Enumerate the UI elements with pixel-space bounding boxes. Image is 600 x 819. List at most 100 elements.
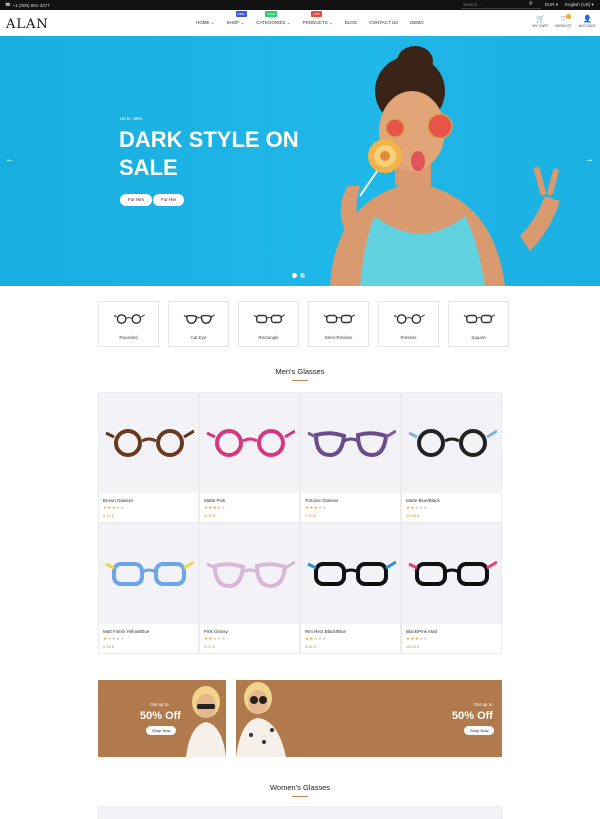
nav-item-demo[interactable]: DEMO xyxy=(410,20,424,26)
product-image[interactable] xyxy=(301,524,400,624)
chevron-down-icon: ⌄ xyxy=(209,20,215,25)
glasses-image xyxy=(105,560,194,586)
product-image[interactable] xyxy=(200,393,299,493)
glasses-image xyxy=(408,560,497,586)
product-image[interactable] xyxy=(301,393,400,493)
product-image[interactable] xyxy=(99,393,198,493)
promo-banner-right[interactable]: Get up to 50% Off Shop Now xyxy=(236,680,502,757)
nav-item-contact-us[interactable]: CONTACT US xyxy=(369,20,398,26)
product-card[interactable]: Black/Pink Matt ★★★★★ 16.03 € xyxy=(401,523,502,654)
next-slide-arrow-icon[interactable]: → xyxy=(584,154,594,165)
hero-slider: Up to -50% DARK STYLE ON SALE For Him Fo… xyxy=(0,36,600,286)
glasses-image xyxy=(206,429,295,457)
section-divider xyxy=(292,380,308,381)
star-icon: ★ xyxy=(322,636,327,641)
category-rimless[interactable]: Rimless xyxy=(378,301,439,347)
category-semi-rimless[interactable]: Semi-Rimless xyxy=(308,301,369,347)
chevron-down-icon: ⌄ xyxy=(285,20,291,25)
product-card[interactable]: Matt Finish Yellow/Blue ★★★★★ 6.16 € xyxy=(98,523,199,654)
product-name[interactable]: Pink Glossy xyxy=(204,629,228,634)
product-image[interactable] xyxy=(99,524,198,624)
nav-badge: NEW xyxy=(235,11,247,17)
product-price: 6.14 € xyxy=(103,513,115,518)
product-price: 5.67 € xyxy=(204,644,216,649)
product-price: 5.81 € xyxy=(305,644,317,649)
glasses-image xyxy=(307,429,396,458)
chevron-down-icon: ⌄ xyxy=(239,20,245,25)
nav-item-products[interactable]: PRODUCTS ⌄ HOT xyxy=(302,11,333,26)
nav-badge: SALE xyxy=(265,11,277,17)
shop-now-button[interactable]: Shop Now xyxy=(464,726,495,735)
wishlist-count-badge: 0 xyxy=(565,14,571,19)
product-image[interactable] xyxy=(402,524,501,624)
product-price: 6.16 € xyxy=(103,644,115,649)
product-image[interactable] xyxy=(402,393,501,493)
rating-stars: ★★★★★ xyxy=(305,505,327,511)
banner-big-text: 50% Off xyxy=(140,710,181,722)
product-name[interactable]: Tortoise Glasses xyxy=(305,498,338,503)
my-cart-link[interactable]: 🛒 MY CART xyxy=(533,15,549,28)
product-name[interactable]: Black/Pink Matt xyxy=(406,629,437,634)
product-card[interactable]: Matte Blue/Black ★★★★★ 13.08 € xyxy=(401,392,502,523)
phone-number[interactable]: ☎ +1 (000) 681-3277 xyxy=(5,2,50,8)
category-cat-eye[interactable]: Cat Eye xyxy=(168,301,229,347)
header-icon-label: MY CART xyxy=(532,24,549,28)
category-label: Rimless xyxy=(400,335,417,340)
chevron-down-icon: ⌄ xyxy=(327,20,333,25)
header-icons: 🛒 MY CART ♡ 0 WISHLIST 👤 ACCOUNT xyxy=(533,14,596,28)
phone-icon: ☎ xyxy=(5,2,11,7)
glasses-icon xyxy=(183,314,215,324)
top-bar: ☎ +1 (000) 681-3277 Search... ⚲ EUR ▾ En… xyxy=(0,0,600,10)
product-card[interactable]: Tortoise Glasses ★★★★★ 7.19 € xyxy=(300,392,401,523)
product-name[interactable]: Matte Blue/Black xyxy=(406,498,440,503)
language-select[interactable]: English (US) ▾ xyxy=(565,2,594,8)
nav-item-shop[interactable]: SHOP ⌄ NEW xyxy=(226,11,247,26)
nav-badge: HOT xyxy=(311,11,322,17)
slider-dots xyxy=(292,273,305,278)
for-her-button[interactable]: For Her xyxy=(153,194,185,206)
product-name[interactable]: Brown Glasses xyxy=(103,498,133,503)
product-image[interactable] xyxy=(200,524,299,624)
banner-small-text: Get up to xyxy=(474,702,493,707)
promo-banner-left[interactable]: Get up to 50% Off Shop Now xyxy=(98,680,226,757)
hero-title: DARK STYLE ON SALE xyxy=(119,127,299,180)
currency-select[interactable]: EUR ▾ xyxy=(545,2,558,8)
slider-dot[interactable] xyxy=(300,273,305,278)
nav-item-home[interactable]: HOME ⌄ xyxy=(196,20,215,26)
glasses-icon xyxy=(323,314,355,324)
product-card[interactable]: Pink Glossy ★★★★★ 5.67 € xyxy=(199,523,300,654)
product-price: 7.19 € xyxy=(305,513,317,518)
rating-stars: ★★★★★ xyxy=(103,505,125,511)
glasses-image xyxy=(206,560,295,589)
prev-slide-arrow-icon[interactable]: ← xyxy=(5,154,15,165)
nav-item-blog[interactable]: BLOG xyxy=(345,20,358,26)
nav-item-categories[interactable]: CATEGORIES ⌄ SALE xyxy=(256,11,291,26)
category-label: Cat Eye xyxy=(190,335,207,340)
product-card[interactable]: Brown Glasses ★★★★★ 6.14 € xyxy=(98,392,199,523)
product-name[interactable]: Matt Finish Yellow/Blue xyxy=(103,629,149,634)
nav-label: PRODUCTS xyxy=(302,20,328,25)
nav-label: SHOP xyxy=(226,20,240,25)
account-link[interactable]: 👤 ACCOUNT xyxy=(579,15,596,28)
site-logo[interactable]: ALAN xyxy=(6,17,49,32)
product-card[interactable]: Rim Rect Black/Blue ★★★★★ 5.81 € xyxy=(300,523,401,654)
rating-stars: ★★★★★ xyxy=(204,505,226,511)
product-name[interactable]: Rim Rect Black/Blue xyxy=(305,629,346,634)
slider-dot[interactable] xyxy=(292,273,297,278)
shop-now-button[interactable]: Shop Now xyxy=(146,726,177,735)
star-icon: ★ xyxy=(221,505,226,510)
section-divider xyxy=(292,796,308,797)
glasses-icon xyxy=(253,314,285,324)
star-icon: ★ xyxy=(120,505,125,510)
for-him-button[interactable]: For Him xyxy=(120,194,152,206)
search-icon[interactable]: ⚲ xyxy=(529,1,533,7)
category-rectangle[interactable]: Rectangle xyxy=(238,301,299,347)
category-square[interactable]: Square xyxy=(448,301,509,347)
mens-product-grid: Brown Glasses ★★★★★ 6.14 € Matte Pink ★★★★★ 5… xyxy=(98,392,502,654)
banner-small-text: Get up to xyxy=(150,702,169,707)
product-card[interactable]: Matte Pink ★★★★★ 5.61 € xyxy=(199,392,300,523)
nav-label: BLOG xyxy=(344,20,358,25)
category-rounded[interactable]: Rounded xyxy=(98,301,159,347)
product-name[interactable]: Matte Pink xyxy=(204,498,225,503)
wishlist-link[interactable]: ♡ 0 WISHLIST xyxy=(555,14,572,28)
